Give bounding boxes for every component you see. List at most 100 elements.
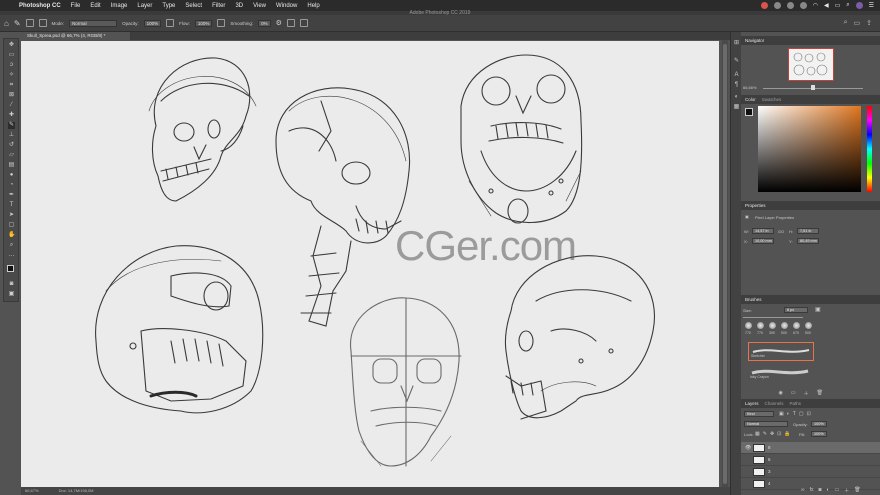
hue-slider[interactable] [867,106,872,192]
layer-name[interactable]: 4 [768,478,771,490]
delete-layer-icon[interactable]: 🗑 [854,487,860,494]
lock-position-icon[interactable]: ✥ [770,431,774,437]
menu-layer[interactable]: Layer [132,3,157,9]
screen-mode-icon[interactable]: ▣ [8,291,15,298]
stamp-tool-icon[interactable]: ⊥ [8,132,15,139]
document-tab[interactable]: Skull_Sprea.psd @ 66,7% (4, RGB/8) * [21,32,131,40]
layer-name[interactable]: 8 [768,442,771,454]
new-layer-icon[interactable]: ＋ [844,487,849,494]
search-icon[interactable]: ⌕ [846,2,849,9]
document-canvas[interactable]: CGer.com [21,41,719,487]
mode-select[interactable]: Normal [69,19,118,27]
airbrush-icon[interactable] [217,19,226,27]
menu-image[interactable]: Image [106,3,133,9]
filter-pixel-icon[interactable]: ▣ [779,411,784,417]
layer-name[interactable]: 6 [768,454,771,466]
brush-tip-3[interactable] [769,322,776,329]
brush-tool-icon[interactable]: ✎ [14,19,21,28]
brush-tip-5[interactable] [793,322,800,329]
brush-tip-2[interactable] [757,322,764,329]
new-group-icon[interactable]: ▭ [835,487,840,494]
menu-3d[interactable]: 3D [230,3,248,9]
brush-size-field[interactable]: 8 px [784,307,808,313]
filter-type-icon[interactable]: T [793,411,796,417]
opacity-field[interactable]: 100% [143,19,162,27]
pressure-size-icon[interactable] [286,19,295,27]
x-field[interactable]: 10,00 mm [752,238,774,244]
quick-select-tool-icon[interactable]: ✧ [8,72,15,79]
search-icon[interactable]: ⌕ [844,19,848,27]
lock-all-icon[interactable]: 🔒 [784,431,790,437]
layer-opacity-field[interactable]: 100% [811,421,827,427]
tab-paths[interactable]: Paths [790,399,802,408]
flow-field[interactable]: 100% [194,19,213,27]
menu-filter[interactable]: Filter [207,3,230,9]
filter-shape-icon[interactable]: ▢ [799,411,804,417]
history-panel-icon[interactable]: ⊞ [733,40,740,47]
character-panel-icon[interactable]: A [733,72,740,79]
shape-tool-icon[interactable]: ▢ [8,222,15,229]
brush-tool-icon[interactable]: ✎ [8,122,15,129]
record-icon[interactable] [760,2,768,9]
type-tool-icon[interactable]: T [8,202,15,209]
menu-select[interactable]: Select [180,3,207,9]
tab-swatches[interactable]: Swatches [762,95,782,104]
height-field[interactable]: 7,51 in [797,228,819,234]
brush-item-inky-crayon[interactable]: Inky Crayon [748,364,814,384]
symmetry-icon[interactable] [299,19,308,27]
menu-edit[interactable]: Edit [85,3,105,9]
zoom-tool-icon[interactable]: ⌕ [8,242,15,249]
layer-row[interactable]: 6 [741,454,880,466]
width-field[interactable]: 14,57 in [752,228,774,234]
menu-window[interactable]: Window [271,3,302,9]
more-tools-icon[interactable]: … [8,252,15,259]
tab-navigator[interactable]: Navigator [745,36,764,45]
eyedropper-tool-icon[interactable]: ⁄ [8,102,15,109]
foreground-color-swatch[interactable] [745,108,753,116]
y-field[interactable]: 80,49 mm [797,238,819,244]
marquee-tool-icon[interactable]: ▭ [8,52,15,59]
doc-size-status[interactable]: Doc: 14,7M/198,0M [59,487,94,495]
siri-icon[interactable] [855,2,863,9]
brush-settings-panel-icon[interactable]: ✎ [733,58,740,65]
new-brush-footer-icon[interactable]: ＋ [804,390,809,398]
quick-mask-icon[interactable]: ◙ [8,281,15,288]
navigator-thumbnail[interactable] [788,48,834,81]
filter-adjustment-icon[interactable]: ◐ [787,411,790,417]
brush-view-icon[interactable]: ◉ [779,390,783,398]
adjustment-layer-icon[interactable]: ◐ [827,487,830,494]
link-label[interactable]: GO [778,229,784,234]
notification-icon[interactable]: ☰ [869,2,874,9]
visibility-eye-icon[interactable]: 👁 [745,442,751,454]
home-icon[interactable]: ⌂ [4,19,9,28]
pen-tool-icon[interactable]: ✒ [8,192,15,199]
lasso-tool-icon[interactable]: ↄ [8,62,15,69]
layer-row[interactable]: 3 [741,466,880,478]
foreground-color-swatch[interactable] [7,265,14,272]
delete-brush-icon[interactable]: 🗑 [817,390,823,398]
move-tool-icon[interactable]: ✥ [8,42,15,49]
paragraph-panel-icon[interactable]: ¶ [733,82,740,89]
volume-icon[interactable]: ◀ [824,2,829,9]
status-icon-1[interactable] [773,2,781,9]
path-select-tool-icon[interactable]: ➤ [8,212,15,219]
color-picker-field[interactable] [758,106,861,192]
tab-channels[interactable]: Channels [765,399,784,408]
brush-tip-1[interactable] [745,322,752,329]
battery-icon[interactable]: ▭ [835,2,841,9]
workspace-icon[interactable]: ▭ [854,19,861,27]
lock-pixels-icon[interactable]: ✎ [763,431,767,437]
tab-color[interactable]: Color [745,95,756,104]
smoothing-field[interactable]: 0% [258,19,271,27]
filter-smart-icon[interactable]: ⊡ [807,411,811,417]
zoom-status[interactable]: 66,67% [25,487,39,495]
wifi-icon[interactable]: ◠ [813,2,818,9]
hand-tool-icon[interactable]: ✋ [8,232,15,239]
frame-tool-icon[interactable]: ⊠ [8,92,15,99]
share-icon[interactable]: ⇪ [866,19,872,27]
tab-brushes[interactable]: Brushes [745,295,762,304]
healing-tool-icon[interactable]: ✚ [8,112,15,119]
status-icon-3[interactable] [799,2,807,9]
layer-row[interactable]: 👁 8 [741,442,880,454]
navigator-zoom-handle[interactable] [811,85,815,90]
